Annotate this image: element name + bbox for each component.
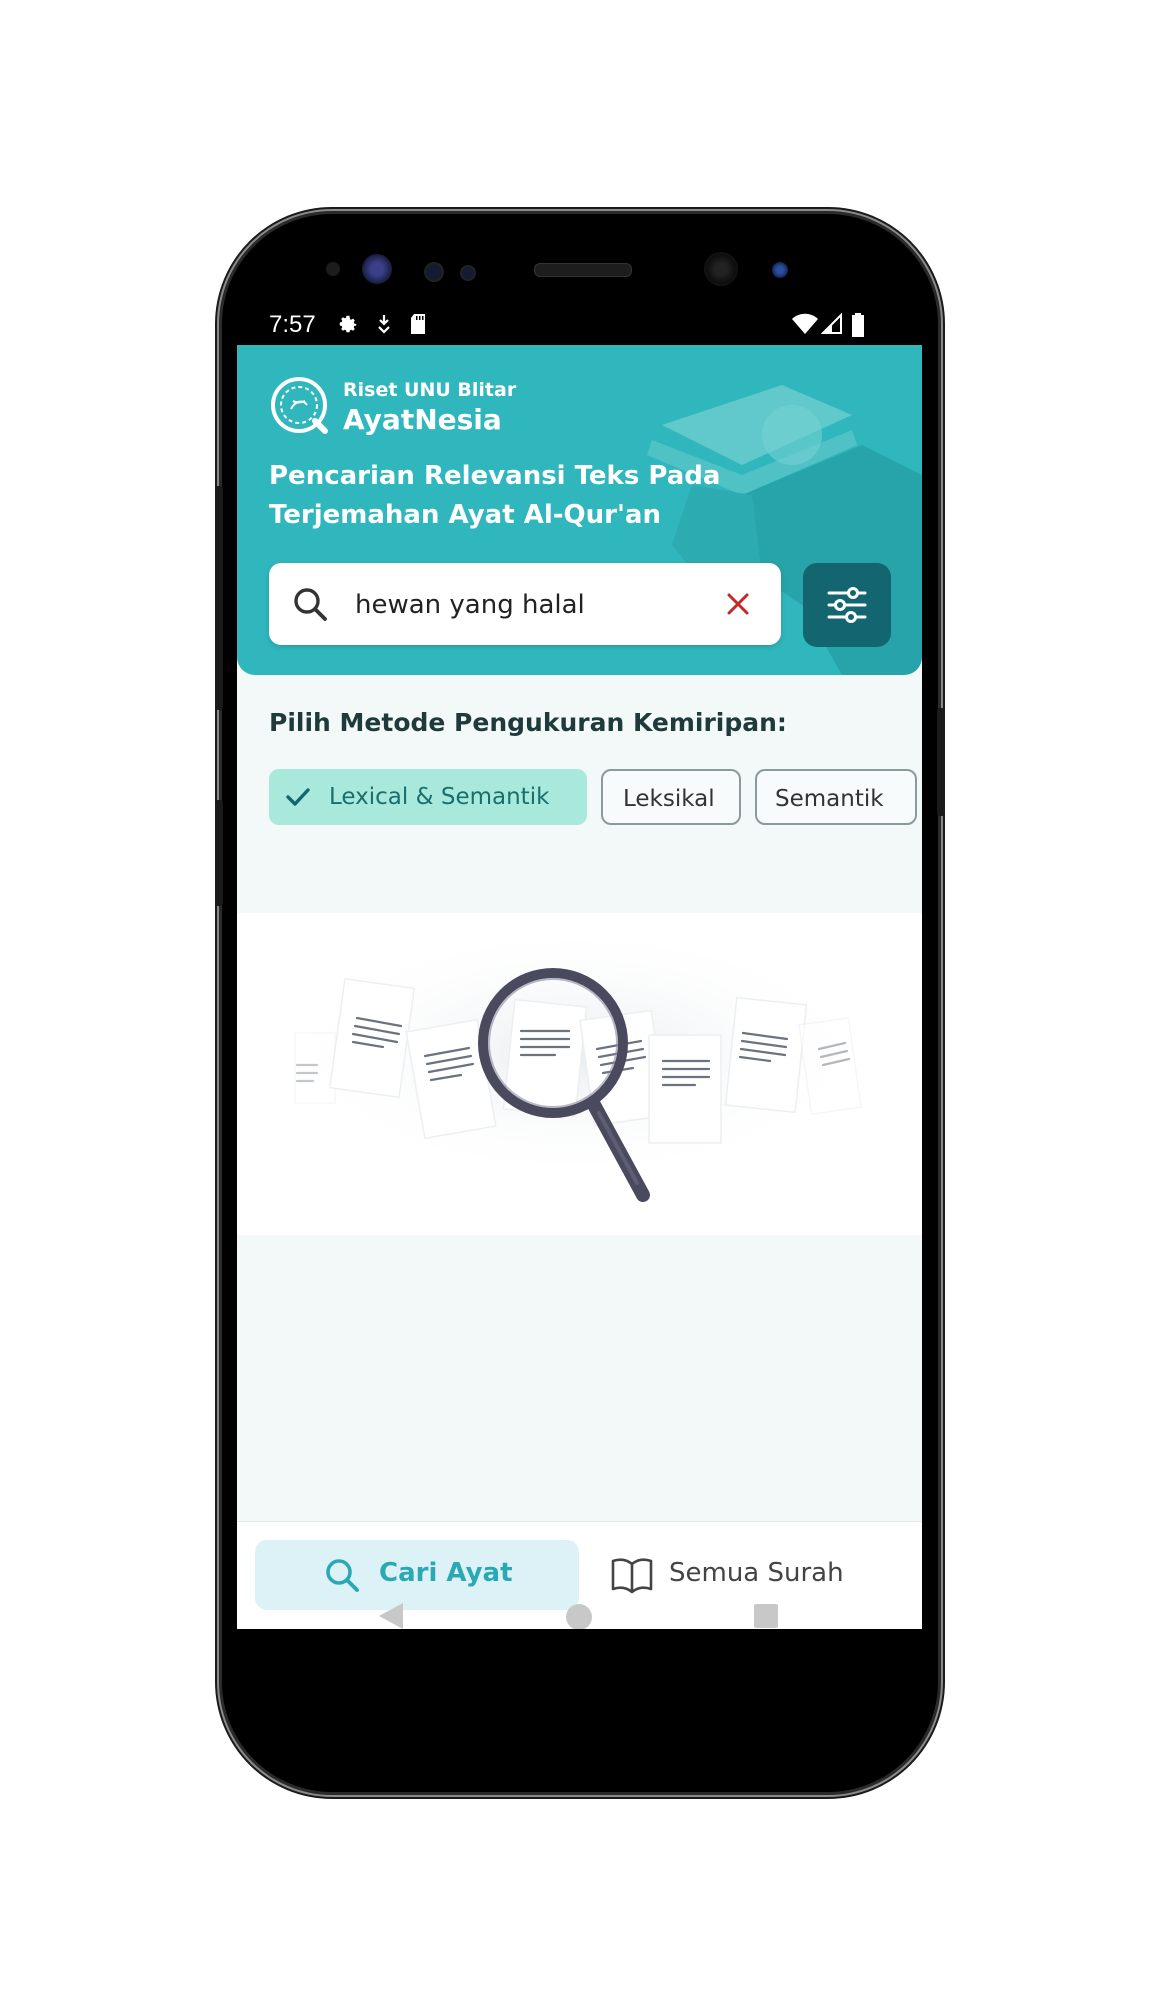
brand-title: AyatNesia — [343, 403, 502, 436]
volume-down-button — [215, 800, 223, 906]
status-bar: 7:57 — [237, 301, 922, 345]
chip-semantik[interactable]: Semantik — [755, 769, 917, 825]
nav-label-semua-surah: Semua Surah — [669, 1558, 844, 1588]
signal-icon — [821, 313, 842, 334]
sd-card-icon — [411, 314, 425, 334]
nav-item-cari-ayat[interactable]: Cari Ayat — [255, 1540, 579, 1610]
nav-label-cari-ayat: Cari Ayat — [379, 1558, 513, 1588]
nav-item-semua-surah[interactable]: Semua Surah — [597, 1540, 907, 1610]
wifi-icon — [792, 313, 818, 334]
brand-subtitle: Riset UNU Blitar — [343, 379, 517, 401]
status-time: 7:57 — [269, 311, 316, 338]
earpiece-speaker — [534, 263, 632, 277]
search-input[interactable] — [353, 583, 717, 627]
tagline: Pencarian Relevansi Teks Pada Terjemahan… — [269, 461, 721, 530]
settings-icon — [339, 315, 357, 333]
search-icon — [326, 1559, 359, 1592]
chip-label: Lexical & Semantik — [329, 784, 550, 810]
front-camera — [704, 252, 738, 286]
chip-label: Leksikal — [623, 786, 715, 812]
recents-icon[interactable] — [753, 1603, 779, 1629]
close-icon[interactable] — [725, 591, 751, 617]
filter-button[interactable] — [803, 563, 891, 647]
magnifier-documents-illustration — [277, 923, 877, 1202]
app-header: Riset UNU Blitar AyatNesia Pencarian Rel… — [237, 345, 922, 675]
sliders-icon — [827, 587, 867, 623]
phone-screen: 7:57 Riset UNU Blitar AyatNesia Pencaria… — [237, 301, 922, 1629]
power-button — [937, 708, 945, 816]
volume-up-button — [215, 486, 223, 710]
sensor-dot — [460, 265, 476, 281]
download-icon — [378, 315, 390, 334]
sensor-dot — [772, 262, 788, 278]
chip-lexical-semantik[interactable]: Lexical & Semantik — [269, 769, 587, 825]
method-label: Pilih Metode Pengukuran Kemiripan: — [269, 708, 787, 737]
sensor-dot — [424, 262, 444, 282]
sensor-dot — [326, 262, 340, 276]
chip-label: Semantik — [775, 786, 884, 812]
app-content: Riset UNU Blitar AyatNesia Pencarian Rel… — [237, 345, 922, 1629]
back-icon[interactable] — [377, 1601, 405, 1629]
chip-leksikal[interactable]: Leksikal — [601, 769, 741, 825]
search-icon — [294, 588, 327, 621]
check-icon — [286, 788, 310, 806]
home-icon[interactable] — [565, 1603, 593, 1629]
iris-scanner — [362, 254, 392, 284]
search-box[interactable] — [269, 563, 781, 645]
battery-icon — [852, 313, 864, 337]
app-logo-icon — [271, 377, 328, 434]
empty-state-illustration — [237, 913, 922, 1235]
book-open-icon — [611, 1558, 653, 1594]
